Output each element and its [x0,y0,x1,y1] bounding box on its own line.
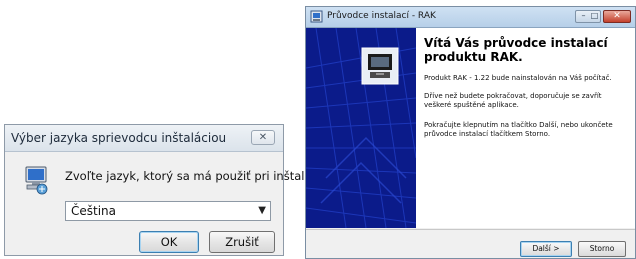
dropdown-arrow-icon: ▼ [258,205,266,216]
language-dialog-close-button[interactable]: ✕ [251,130,275,145]
wizard-content: Vítá Vás průvodce instalací produktu RAK… [416,28,635,228]
language-select-value: Čeština [71,204,117,218]
setup-computer-icon [25,166,48,195]
installer-logo-icon [361,47,399,85]
wizard-paragraph: Dříve než budete pokračovat, doporučuje … [424,92,602,109]
language-dialog-title: Výber jazyka sprievodcu inštaláciou [11,131,227,145]
wizard-paragraph: Produkt RAK - 1.22 bude nainstalován na … [424,74,612,82]
language-dialog-titlebar[interactable]: Výber jazyka sprievodcu inštaláciou ✕ [5,125,283,152]
cancel-button[interactable]: Zrušiť [209,231,275,253]
minimize-button[interactable]: – [578,11,589,22]
next-button[interactable]: Další > [520,241,572,257]
wizard-heading: Vítá Vás průvodce instalací produktu RAK… [424,36,608,64]
language-select[interactable]: Čeština ▼ [65,201,271,221]
wizard-sidebar-banner [306,28,416,228]
wizard-footer: Další > Storno [306,229,635,258]
maximize-button[interactable]: □ [589,11,600,22]
installer-app-icon [310,10,323,23]
ok-button[interactable]: OK [139,231,199,253]
wizard-min-max-group: – □ [575,10,601,23]
wizard-paragraph: Pokračujte klepnutím na tlačítko Další, … [424,121,613,138]
language-dialog: Výber jazyka sprievodcu inštaláciou ✕ Zv… [4,124,328,256]
storno-button[interactable]: Storno [578,241,626,257]
installer-wizard-window: Průvodce instalací - RAK – □ ✕ Vítá Vás … [305,6,636,259]
sidebar-banner-art [306,28,416,228]
language-prompt: Zvoľte jazyk, ktorý sa má použiť pri inš… [65,169,329,183]
wizard-titlebar[interactable]: Průvodce instalací - RAK – □ ✕ [306,7,635,28]
wizard-close-button[interactable]: ✕ [603,10,631,23]
wizard-title: Průvodce instalací - RAK [327,11,436,21]
